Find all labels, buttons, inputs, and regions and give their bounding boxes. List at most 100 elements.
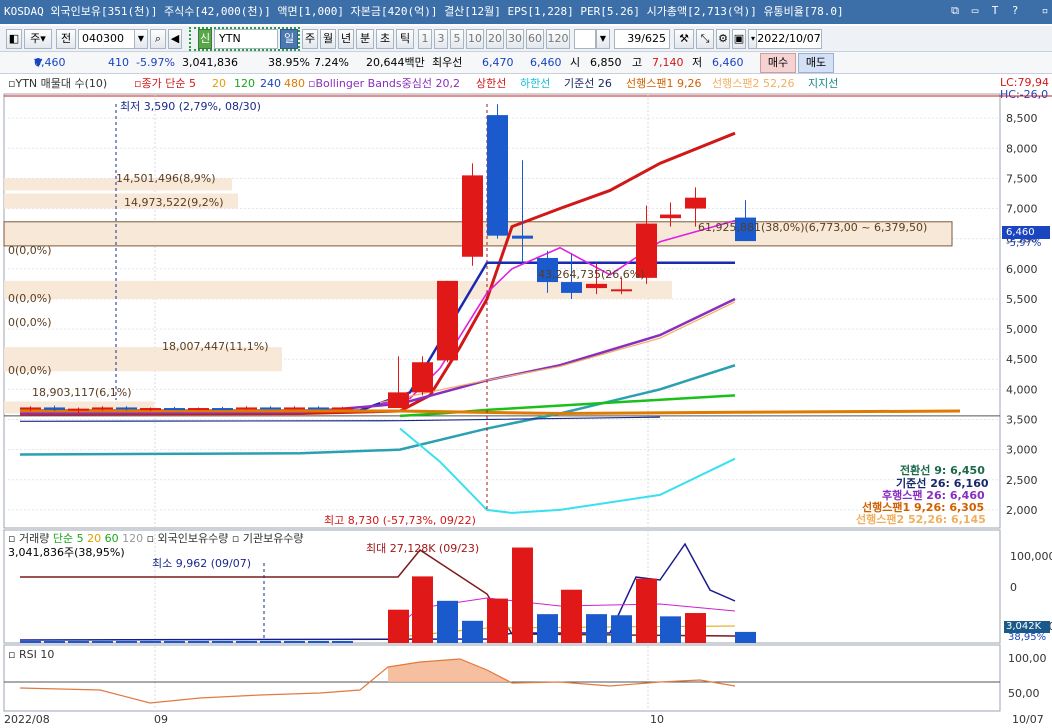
code-dropdown-icon[interactable]: ▼ xyxy=(134,29,148,49)
date-label: 09 xyxy=(154,713,168,726)
layout-icon[interactable]: ◧ xyxy=(6,29,22,49)
tick-3-button[interactable]: 3 xyxy=(434,29,448,49)
chart-type-icon[interactable]: ⚒ xyxy=(674,29,694,49)
volume-ma120[interactable]: 120 xyxy=(122,532,143,545)
candle-body xyxy=(487,115,508,236)
volume-bar xyxy=(284,641,305,643)
candle-body xyxy=(412,362,433,393)
text-icon[interactable]: T xyxy=(988,4,1002,18)
legend-base[interactable]: 기준선 26 xyxy=(564,76,612,92)
draw-icon[interactable]: ⤡ xyxy=(696,29,714,49)
stock-name-field[interactable]: YTN xyxy=(214,29,278,49)
legend-support[interactable]: 지지선 xyxy=(808,76,838,92)
volume-bar xyxy=(260,641,281,643)
low-price: 6,460 xyxy=(712,56,744,69)
tick-10-button[interactable]: 10 xyxy=(466,29,484,49)
candle-body xyxy=(236,407,257,410)
legend-span2[interactable]: 선행스팬2 52,26 xyxy=(712,76,794,92)
volume-bar xyxy=(20,641,41,643)
tick-20-button[interactable]: 20 xyxy=(486,29,504,49)
current-price: 6,460 ▼ xyxy=(34,56,66,69)
candle-body xyxy=(332,407,353,410)
period-tick-button[interactable]: 틱 xyxy=(396,29,414,49)
candle-body xyxy=(212,408,233,411)
best-bid: 6,460 xyxy=(530,56,562,69)
rsi-title[interactable]: ▫ RSI 10 xyxy=(8,648,54,661)
tick-120-button[interactable]: 120 xyxy=(546,29,570,49)
volume-ma20-line xyxy=(387,625,736,639)
buy-button[interactable]: 매수 xyxy=(760,53,796,73)
inst-holdings-line xyxy=(19,542,736,641)
speaker-icon[interactable]: ◀ xyxy=(168,29,182,49)
search-icon[interactable]: ⌕ xyxy=(150,29,166,49)
legend-ma20[interactable]: 20 xyxy=(212,76,226,92)
legend-bb[interactable]: ▫ Bollinger Bands중심선 20,2 xyxy=(308,76,460,92)
vp-label-8: 18,903,117(6,1%) xyxy=(32,386,132,399)
candle-body xyxy=(260,407,281,410)
candle-body xyxy=(44,407,65,410)
rsi-overbought-fill xyxy=(388,659,512,682)
close-icon[interactable]: ▫ xyxy=(1038,4,1052,18)
settings-icon[interactable]: ⚙ xyxy=(716,29,730,49)
legend-ma240[interactable]: 240 xyxy=(260,76,281,92)
volume-bar xyxy=(636,578,657,643)
period-minute-button[interactable]: 분 xyxy=(356,29,374,49)
price-tick-label: 3,500 xyxy=(1006,414,1038,427)
volume-bar xyxy=(92,641,113,643)
candle-body xyxy=(140,408,161,411)
tick-60-button[interactable]: 60 xyxy=(526,29,544,49)
volume-bar xyxy=(537,614,558,643)
legend-lower[interactable]: 하한선 xyxy=(520,76,550,92)
period-week-button[interactable]: 주 xyxy=(302,29,318,49)
tick-30-button[interactable]: 30 xyxy=(506,29,524,49)
volume-bar xyxy=(437,600,458,643)
restore-icon[interactable]: ⧉ xyxy=(948,4,962,18)
lower-teal-line xyxy=(19,364,736,456)
open-label: 시 xyxy=(570,56,581,69)
high-price: 7,140 xyxy=(652,56,684,69)
sell-button[interactable]: 매도 xyxy=(798,53,834,73)
legend-upper[interactable]: 상한선 xyxy=(476,76,506,92)
new-stock-badge: 신 xyxy=(198,29,212,49)
date-label: 10 xyxy=(650,713,664,726)
tick-5-button[interactable]: 5 xyxy=(450,29,464,49)
period-input[interactable] xyxy=(574,29,596,49)
period-year-button[interactable]: 년 xyxy=(338,29,354,49)
save-icon[interactable]: ▣ xyxy=(732,29,746,49)
vp-label-7: 0(0,0%) xyxy=(8,364,52,377)
volume-bar xyxy=(487,598,508,643)
rsi-tick-label: 50,00 xyxy=(1008,687,1040,700)
foreign-holdings[interactable]: ▫ 외국인보유수량 xyxy=(147,532,229,545)
vp-label-5: 0(0,0%) xyxy=(8,316,52,329)
date-input[interactable]: 2022/10/07 xyxy=(756,29,822,49)
legend-ma5[interactable]: ▫ 종가 단순 5 xyxy=(134,76,196,92)
vp-label-1: 14,501,496(8,9%) xyxy=(116,172,216,185)
legend-ma120[interactable]: 120 xyxy=(234,76,255,92)
vp-label-3: 0(0,0%) xyxy=(8,244,52,257)
volume-profile-band xyxy=(4,280,672,299)
mode2-button[interactable]: 전 xyxy=(56,29,76,49)
volume-bar xyxy=(685,613,706,643)
legend-ma480[interactable]: 480 xyxy=(284,76,305,92)
date-label: 10/07 xyxy=(1012,713,1044,726)
legend-main[interactable]: ▫ YTN 매물대 수(10) xyxy=(8,76,107,92)
inst-holdings[interactable]: ▫ 기관보유수량 xyxy=(232,532,304,545)
volume-min-annotation: 최소 9,962 (09/07) xyxy=(152,557,252,570)
mode1-select[interactable]: 주▾ xyxy=(24,29,52,49)
minimize-icon[interactable]: ▭ xyxy=(968,4,982,18)
period-dropdown-icon[interactable]: ▼ xyxy=(596,29,610,49)
tick-1-button[interactable]: 1 xyxy=(418,29,432,49)
period-second-button[interactable]: 초 xyxy=(376,29,394,49)
legend-span1[interactable]: 선행스팬1 9,26 xyxy=(626,76,701,92)
price-tick-label: 4,500 xyxy=(1006,353,1038,366)
help-icon[interactable]: ? xyxy=(1008,4,1022,18)
page-counter: 39/625 xyxy=(614,29,670,49)
low-annotation: 최저 3,590 (2,79%, 08/30) xyxy=(120,100,261,113)
price-tick-label: 8,500 xyxy=(1006,112,1038,125)
volume-bar xyxy=(212,641,233,643)
candle-body xyxy=(685,197,706,209)
period-day-button[interactable]: 일 xyxy=(280,29,298,49)
date-label: 2022/08 xyxy=(4,713,50,726)
period-month-button[interactable]: 월 xyxy=(320,29,336,49)
volume-bar xyxy=(188,641,209,643)
